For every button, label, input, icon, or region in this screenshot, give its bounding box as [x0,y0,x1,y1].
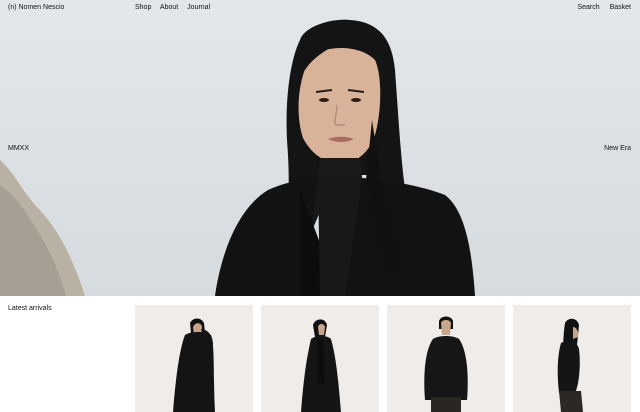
product-card-3[interactable] [387,305,505,412]
product-image [301,319,341,412]
latest-arrivals-heading: Latest arrivals [8,305,52,312]
hero-photo [0,19,475,296]
product-image [424,316,468,412]
hero-image: (n) Nomen Nescio Shop About Journal Sear… [0,0,640,296]
search-link[interactable]: Search [577,4,599,11]
nav-shop[interactable]: Shop [135,4,151,11]
nav-journal[interactable]: Journal [187,4,210,11]
brand-logo[interactable]: (n) Nomen Nescio [8,4,64,11]
face [298,48,381,163]
nav-about[interactable]: About [160,4,178,11]
product-card-4[interactable] [513,305,631,412]
site-header: (n) Nomen Nescio Shop About Journal Sear… [0,0,640,18]
product-card-1[interactable] [135,305,253,412]
basket-link[interactable]: Basket [610,4,631,11]
product-image [173,318,215,412]
hero-caption-left: MMXX [8,145,29,152]
product-image [557,318,583,412]
utility-nav: Search Basket [569,4,631,11]
main-nav: Shop About Journal [135,4,217,11]
hero-caption-right[interactable]: New Era [604,145,631,152]
product-card-2[interactable] [261,305,379,412]
